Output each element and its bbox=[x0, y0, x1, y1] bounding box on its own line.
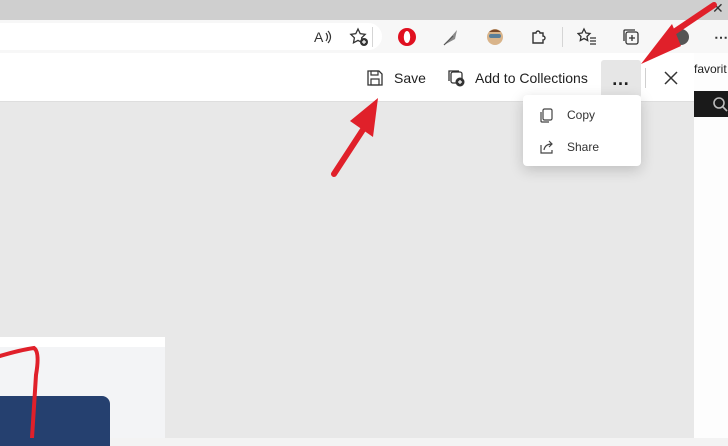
menu-item-share[interactable]: Share bbox=[523, 132, 641, 162]
more-options-menu: Copy Share bbox=[523, 95, 641, 166]
menu-item-label: Copy bbox=[567, 108, 596, 122]
annotation-arrow bbox=[331, 98, 378, 177]
annotation-stroke bbox=[0, 345, 40, 438]
annotation-arrow bbox=[641, 2, 717, 64]
menu-item-copy[interactable]: Copy bbox=[523, 100, 641, 130]
annotation-overlay bbox=[0, 2, 717, 438]
share-icon bbox=[539, 139, 555, 155]
copy-icon bbox=[539, 107, 555, 123]
menu-item-label: Share bbox=[567, 140, 600, 154]
